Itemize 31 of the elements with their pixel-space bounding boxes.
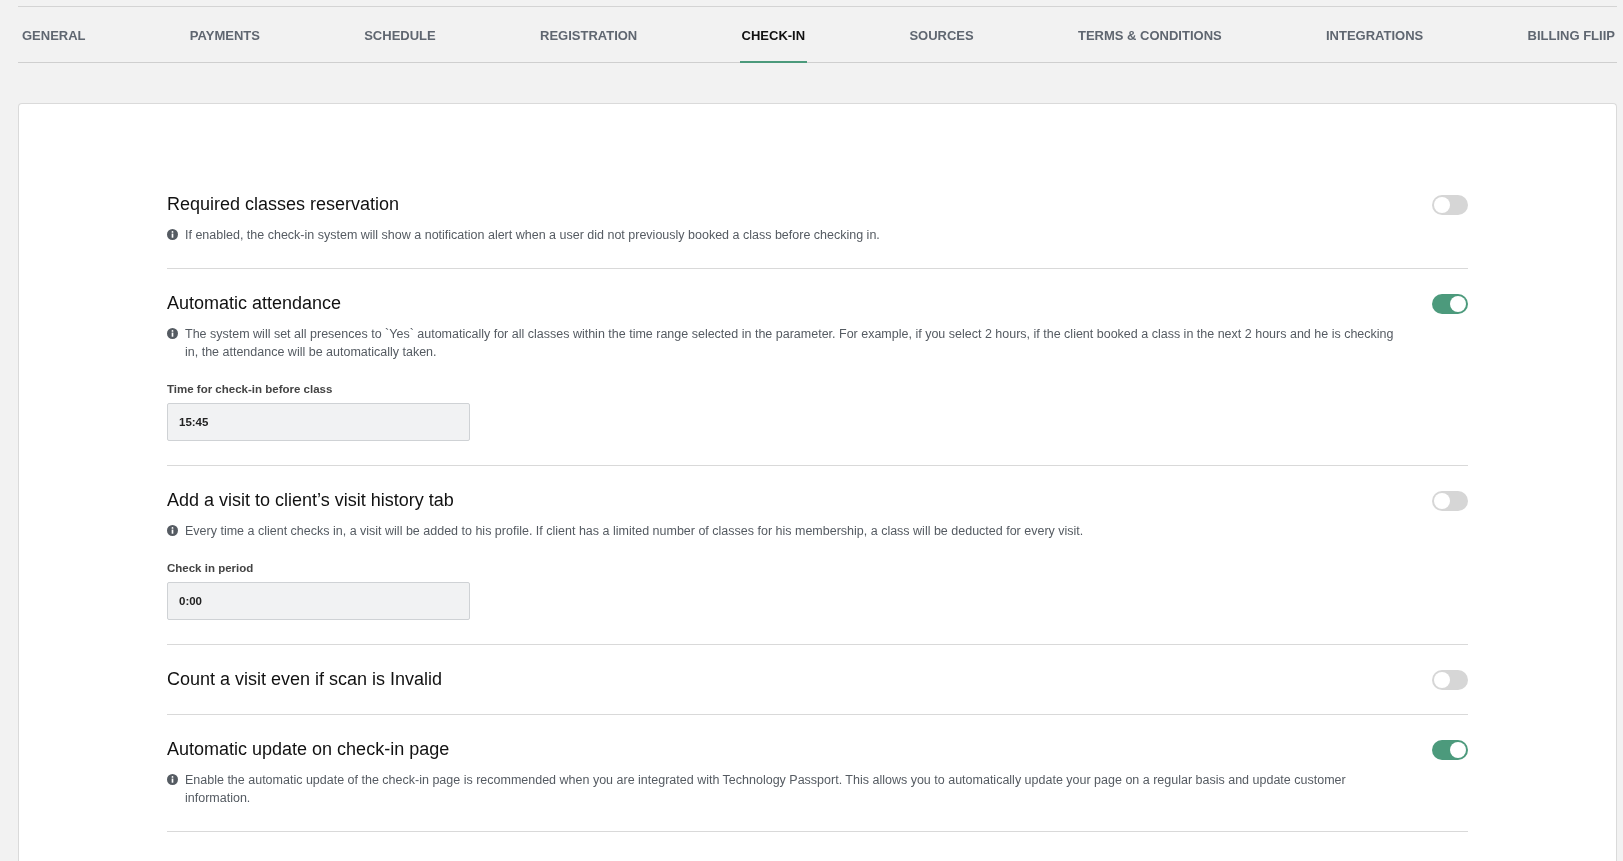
settings-tab[interactable]: SOURCES: [907, 7, 976, 63]
field-label: Time for check-in before class: [167, 383, 334, 395]
info-icon: [167, 774, 178, 785]
settings-tab[interactable]: REGISTRATION: [538, 7, 640, 63]
setting-description: The system will set all presences to `Yes` automatically for all classes within the time range selected in the parameter. For example, if you select 2 hours, if the client booked a class in the next 2 hours and he is checking in, the attendance will be automatically taken.: [185, 326, 1395, 361]
settings-tab[interactable]: PAYMENTS: [187, 7, 262, 63]
info-icon: [167, 328, 178, 339]
settings-tab[interactable]: GENERAL: [20, 7, 88, 63]
toggle-switch[interactable]: [1432, 669, 1468, 690]
settings-tab[interactable]: BILLING FLIIP: [1525, 7, 1617, 63]
info-icon: [167, 229, 178, 240]
time-input[interactable]: 15:45: [167, 403, 470, 441]
field-label: Check in period: [167, 562, 255, 574]
toggle-switch[interactable]: [1432, 194, 1468, 215]
settings-tab[interactable]: TERMS & CONDITIONS: [1075, 7, 1224, 63]
setting-title: Required classes reservation: [167, 194, 400, 215]
setting-title: Automatic attendance: [167, 293, 342, 314]
settings-tab[interactable]: SCHEDULE: [362, 7, 438, 63]
setting-description: Enable the automatic update of the check-in page is recommended when you are integrated with Technology Passport. This allows you to automatically update your page on a regular basis and update customer information.: [185, 772, 1347, 807]
settings-tab[interactable]: INTEGRATIONS: [1324, 7, 1426, 63]
setting-title: Add a visit to client’s visit history tab: [167, 490, 454, 511]
info-icon: [167, 525, 178, 536]
setting-description: If enabled, the check-in system will show a notification alert when a user did not previously booked a class before checking in.: [185, 227, 880, 244]
setting-title: Automatic update on check-in page: [167, 739, 450, 760]
time-input[interactable]: 0:00: [167, 582, 470, 620]
toggle-switch[interactable]: [1432, 739, 1468, 760]
setting-description: Every time a client checks in, a visit will be added to his profile. If client has a limited number of classes for his membership, a class will be deducted for every visit.: [185, 523, 1084, 540]
setting-title: Count a visit even if scan is Invalid: [167, 669, 443, 690]
toggle-switch[interactable]: [1432, 490, 1468, 511]
settings-tab[interactable]: CHECK-IN: [739, 7, 808, 63]
toggle-switch[interactable]: [1432, 293, 1468, 314]
